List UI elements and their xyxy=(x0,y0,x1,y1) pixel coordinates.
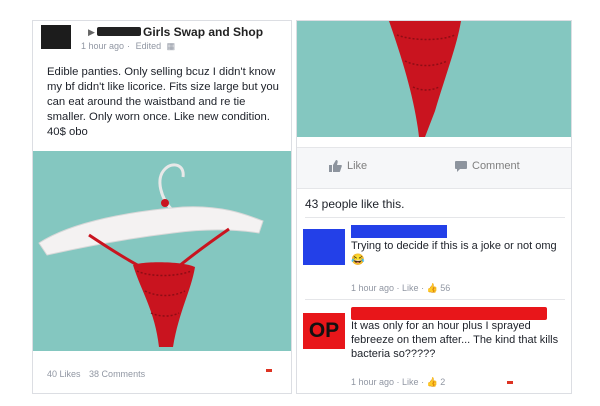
avatar[interactable] xyxy=(41,25,71,49)
comments-count[interactable]: 38 Comments xyxy=(89,369,145,379)
post-text: Edible panties. Only selling bcuz I didn… xyxy=(47,66,279,138)
comment-text: Trying to decide if this is a joke or no… xyxy=(351,240,557,266)
likes-summary[interactable]: 43 people like this. xyxy=(305,197,404,211)
avatar[interactable] xyxy=(303,229,345,265)
comment-like-count[interactable]: 56 xyxy=(440,283,450,293)
thumbs-up-icon xyxy=(329,160,342,172)
comment-button-label: Comment xyxy=(472,160,520,172)
avatar[interactable]: OP xyxy=(303,313,345,349)
photo-illustration xyxy=(33,151,291,351)
post-photo-bottom[interactable] xyxy=(297,21,571,137)
comments-card: Like Comment 43 people like this. Trying… xyxy=(296,20,572,394)
thumbs-up-icon: 👍 xyxy=(426,283,438,293)
like-button-label: Like xyxy=(347,160,368,172)
comment-like-link[interactable]: Like xyxy=(402,283,419,293)
thumbs-up-icon: 👍 xyxy=(426,377,438,387)
comment-meta: 1 hour ago · Like · 👍 56 xyxy=(351,283,451,293)
privacy-icon: ▦ xyxy=(166,41,176,51)
comment-bubble-icon xyxy=(455,160,467,172)
divider xyxy=(305,217,565,218)
post-time[interactable]: 1 hour ago xyxy=(81,41,124,51)
red-mark xyxy=(507,381,513,384)
post-meta: 1 hour ago · Edited ▦ xyxy=(81,41,176,51)
comment-text: It was only for an hour plus I sprayed f… xyxy=(351,320,559,360)
like-button[interactable]: Like xyxy=(329,160,367,172)
comment-like-count[interactable]: 2 xyxy=(440,377,445,387)
likes-count[interactable]: 40 Likes xyxy=(47,369,81,379)
photo-illustration-bottom xyxy=(297,21,571,137)
comment-time[interactable]: 1 hour ago xyxy=(351,283,394,293)
group-name-link[interactable]: Girls Swap and Shop xyxy=(143,25,263,39)
divider xyxy=(305,299,565,300)
post-stats: 40 Likes 38 Comments xyxy=(47,369,151,379)
redacted-author-name xyxy=(97,27,141,36)
redacted-commenter-name[interactable] xyxy=(351,225,447,238)
comment-button[interactable]: Comment xyxy=(455,160,520,172)
edited-label[interactable]: Edited xyxy=(136,41,162,51)
action-bar: Like Comment xyxy=(297,147,571,189)
arrow-icon: ▶ xyxy=(88,27,95,37)
comment-like-link[interactable]: Like xyxy=(402,377,419,387)
post-card: ▶ Girls Swap and Shop 1 hour ago · Edited… xyxy=(32,20,292,394)
comment-meta: 1 hour ago · Like · 👍 2 xyxy=(351,377,446,387)
comment-time[interactable]: 1 hour ago xyxy=(351,377,394,387)
red-mark xyxy=(266,369,272,372)
post-photo[interactable] xyxy=(33,151,291,351)
